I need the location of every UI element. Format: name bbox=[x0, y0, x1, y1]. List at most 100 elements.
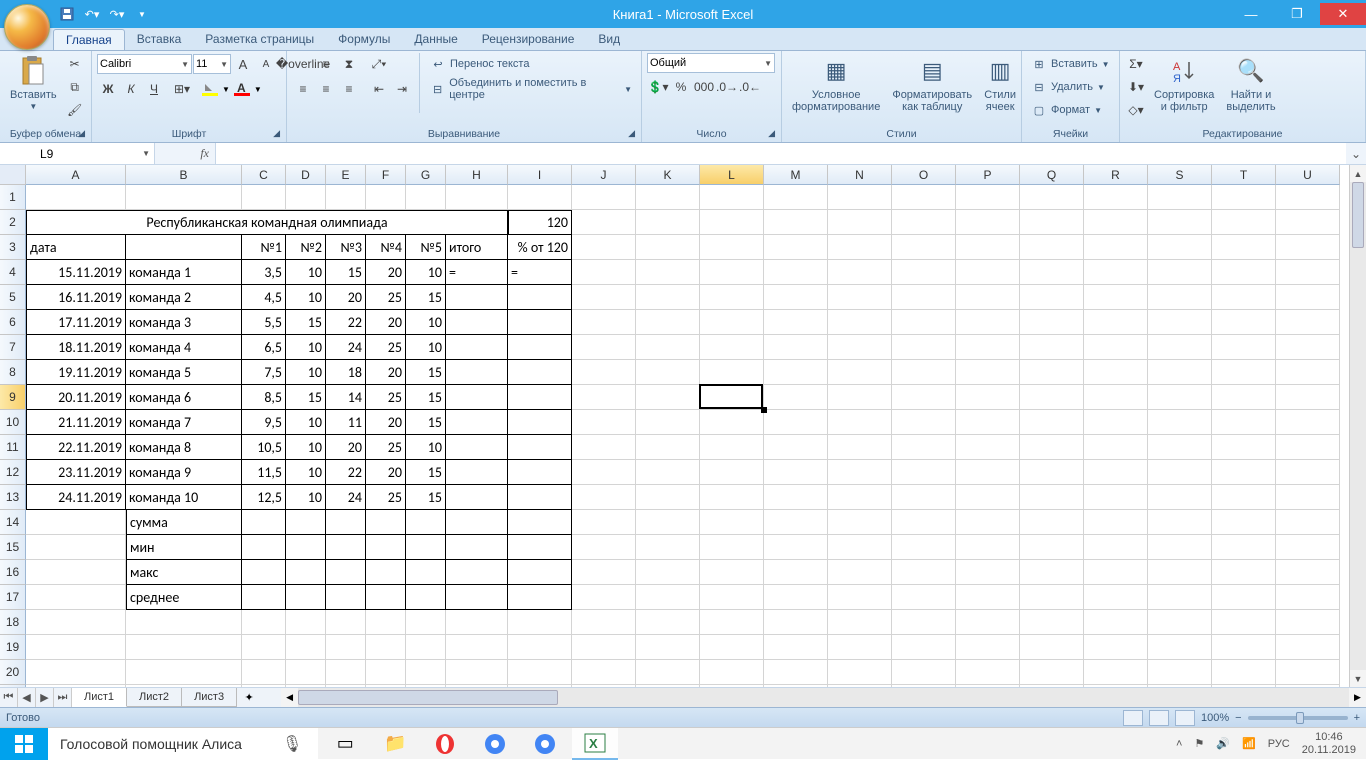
underline-button[interactable]: Ч bbox=[143, 78, 165, 100]
cell[interactable] bbox=[828, 310, 892, 335]
cell[interactable] bbox=[956, 260, 1020, 285]
cell[interactable] bbox=[636, 360, 700, 385]
cell[interactable] bbox=[700, 485, 764, 510]
cell[interactable] bbox=[508, 585, 572, 610]
cell[interactable] bbox=[1212, 210, 1276, 235]
cell[interactable] bbox=[572, 635, 636, 660]
cell[interactable] bbox=[1084, 310, 1148, 335]
cell[interactable] bbox=[1020, 660, 1084, 685]
worksheet-grid[interactable]: ABCDEFGHIJKLMNOPQRSTU 123456789101112131… bbox=[0, 165, 1366, 687]
cell[interactable] bbox=[572, 685, 636, 687]
cell[interactable] bbox=[1212, 660, 1276, 685]
cell[interactable]: №5 bbox=[406, 235, 446, 260]
cell[interactable] bbox=[1020, 185, 1084, 210]
cell[interactable] bbox=[406, 510, 446, 535]
cell[interactable] bbox=[1212, 685, 1276, 687]
cell[interactable] bbox=[1148, 585, 1212, 610]
cell[interactable] bbox=[764, 610, 828, 635]
cell[interactable] bbox=[700, 285, 764, 310]
cell[interactable] bbox=[1276, 585, 1340, 610]
row-header-13[interactable]: 13 bbox=[0, 485, 26, 510]
cell[interactable] bbox=[1212, 335, 1276, 360]
row-header-12[interactable]: 12 bbox=[0, 460, 26, 485]
col-header-R[interactable]: R bbox=[1084, 165, 1148, 185]
cell[interactable] bbox=[956, 335, 1020, 360]
cell[interactable] bbox=[1084, 560, 1148, 585]
row-header-7[interactable]: 7 bbox=[0, 335, 26, 360]
cell[interactable] bbox=[446, 310, 508, 335]
autosum-icon[interactable]: Σ▾ bbox=[1125, 53, 1147, 75]
cell[interactable] bbox=[636, 460, 700, 485]
cell[interactable] bbox=[1212, 185, 1276, 210]
cell[interactable] bbox=[446, 360, 508, 385]
cell[interactable]: №4 bbox=[366, 235, 406, 260]
cell[interactable]: 120 bbox=[508, 210, 572, 235]
cell[interactable] bbox=[764, 660, 828, 685]
cell[interactable] bbox=[1212, 435, 1276, 460]
cell[interactable]: 15 bbox=[406, 285, 446, 310]
align-left-icon[interactable]: ≡ bbox=[292, 78, 314, 100]
cell[interactable]: 15 bbox=[406, 410, 446, 435]
cell[interactable]: 20.11.2019 bbox=[26, 385, 126, 410]
cell[interactable] bbox=[446, 585, 508, 610]
cell[interactable] bbox=[700, 635, 764, 660]
increase-indent-icon[interactable]: ⇥ bbox=[391, 78, 413, 100]
fill-icon[interactable]: ⬇▾ bbox=[1125, 76, 1147, 98]
cell[interactable] bbox=[956, 685, 1020, 687]
cell[interactable] bbox=[26, 535, 126, 560]
cell[interactable] bbox=[1020, 435, 1084, 460]
row-header-2[interactable]: 2 bbox=[0, 210, 26, 235]
cell[interactable] bbox=[508, 560, 572, 585]
cell-styles-button[interactable]: ▥Стили ячеек bbox=[979, 53, 1021, 115]
tray-chevron-icon[interactable]: ˄ bbox=[1176, 738, 1182, 750]
cell[interactable] bbox=[1212, 385, 1276, 410]
cell[interactable] bbox=[1276, 410, 1340, 435]
cell[interactable] bbox=[892, 235, 956, 260]
cell[interactable] bbox=[286, 585, 326, 610]
cell[interactable]: 8,5 bbox=[242, 385, 286, 410]
row-header-21[interactable]: 21 bbox=[0, 685, 26, 687]
cell[interactable] bbox=[1148, 560, 1212, 585]
cell[interactable] bbox=[892, 635, 956, 660]
currency-icon[interactable]: 💲▾ bbox=[647, 76, 669, 98]
wrap-text-button[interactable]: ↩Перенос текста bbox=[426, 53, 636, 75]
cell[interactable]: 15 bbox=[286, 385, 326, 410]
cell[interactable] bbox=[1020, 335, 1084, 360]
col-header-F[interactable]: F bbox=[366, 165, 406, 185]
tray-volume-icon[interactable]: 🔊 bbox=[1216, 737, 1230, 750]
cell[interactable]: команда 3 bbox=[126, 310, 242, 335]
col-header-H[interactable]: H bbox=[446, 165, 508, 185]
cell[interactable] bbox=[1276, 610, 1340, 635]
cell[interactable] bbox=[700, 360, 764, 385]
sheet-nav-prev-icon[interactable]: ◀ bbox=[18, 688, 36, 707]
cell[interactable] bbox=[892, 660, 956, 685]
cut-icon[interactable]: ✂ bbox=[64, 53, 86, 75]
cell[interactable] bbox=[636, 585, 700, 610]
tray-flag-icon[interactable]: ⚑ bbox=[1194, 737, 1204, 750]
fill-color-icon[interactable] bbox=[199, 78, 221, 100]
cell[interactable] bbox=[572, 285, 636, 310]
find-select-button[interactable]: 🔍Найти и выделить bbox=[1221, 53, 1280, 115]
cell[interactable] bbox=[1212, 485, 1276, 510]
copy-icon[interactable]: ⧉ bbox=[64, 76, 86, 98]
cell[interactable] bbox=[1020, 460, 1084, 485]
cell[interactable] bbox=[326, 585, 366, 610]
cell[interactable] bbox=[1020, 635, 1084, 660]
cell[interactable] bbox=[1148, 660, 1212, 685]
cell[interactable] bbox=[828, 660, 892, 685]
col-header-J[interactable]: J bbox=[572, 165, 636, 185]
cell[interactable]: 10 bbox=[286, 485, 326, 510]
tray-language[interactable]: РУС bbox=[1268, 738, 1290, 750]
row-header-14[interactable]: 14 bbox=[0, 510, 26, 535]
cell[interactable] bbox=[1276, 435, 1340, 460]
align-top-icon[interactable]: �overline bbox=[292, 53, 314, 75]
cell[interactable] bbox=[828, 385, 892, 410]
cell[interactable] bbox=[1276, 460, 1340, 485]
align-middle-icon[interactable]: ≡ bbox=[315, 53, 337, 75]
tray-network-icon[interactable]: 📶 bbox=[1242, 737, 1256, 750]
col-header-M[interactable]: M bbox=[764, 165, 828, 185]
sheet-nav-next-icon[interactable]: ▶ bbox=[36, 688, 54, 707]
cell[interactable] bbox=[1276, 510, 1340, 535]
cell[interactable] bbox=[700, 685, 764, 687]
cell[interactable] bbox=[326, 610, 366, 635]
